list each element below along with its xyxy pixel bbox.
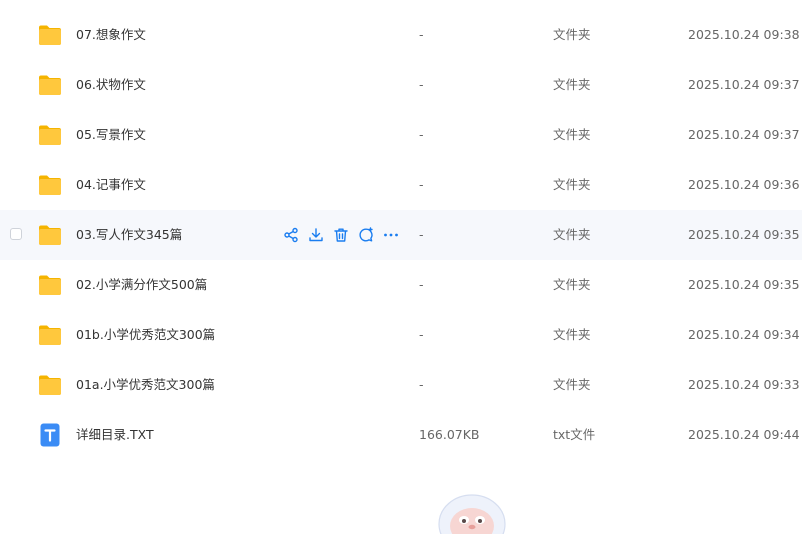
file-list: 07.想象作文 - 文件夹 2025.10.24 09:38 06.状物作文 -… xyxy=(0,10,802,460)
file-date: 2025.10.24 09:33 xyxy=(688,377,800,392)
file-date: 2025.10.24 09:36 xyxy=(688,177,800,192)
file-name[interactable]: 01a.小学优秀范文300篇 xyxy=(76,360,215,410)
file-size: - xyxy=(419,227,424,242)
folder-icon xyxy=(39,75,61,95)
file-size: 166.07KB xyxy=(419,427,480,442)
file-row-02[interactable]: 02.小学满分作文500篇 - 文件夹 2025.10.24 09:35 xyxy=(0,260,802,310)
file-type: 文件夹 xyxy=(553,27,591,42)
txt-file-icon xyxy=(40,423,60,447)
folder-icon xyxy=(39,225,61,245)
file-type: 文件夹 xyxy=(553,177,591,192)
folder-icon xyxy=(39,125,61,145)
file-type: txt文件 xyxy=(553,427,596,442)
file-date: 2025.10.24 09:44 xyxy=(688,427,800,442)
file-name[interactable]: 04.记事作文 xyxy=(76,160,146,210)
file-name[interactable]: 详细目录.TXT xyxy=(76,410,154,460)
file-size: - xyxy=(419,77,424,92)
file-type: 文件夹 xyxy=(553,327,591,342)
file-name[interactable]: 02.小学满分作文500篇 xyxy=(76,260,207,310)
file-name[interactable]: 07.想象作文 xyxy=(76,10,146,60)
file-date: 2025.10.24 09:37 xyxy=(688,77,800,92)
file-size: - xyxy=(419,177,424,192)
file-row-07[interactable]: 07.想象作文 - 文件夹 2025.10.24 09:38 xyxy=(0,10,802,60)
folder-icon xyxy=(39,375,61,395)
download-icon[interactable] xyxy=(307,226,325,244)
delete-icon[interactable] xyxy=(332,226,350,244)
file-row-03-hovered[interactable]: 03.写人作文345篇 - 文件夹 2025.10.24 09:35 xyxy=(0,210,802,260)
mascot-illustration xyxy=(438,494,506,534)
file-size: - xyxy=(419,27,424,42)
file-row-06[interactable]: 06.状物作文 - 文件夹 2025.10.24 09:37 xyxy=(0,60,802,110)
file-name[interactable]: 01b.小学优秀范文300篇 xyxy=(76,310,215,360)
file-row-05[interactable]: 05.写景作文 - 文件夹 2025.10.24 09:37 xyxy=(0,110,802,160)
file-name[interactable]: 06.状物作文 xyxy=(76,60,146,110)
file-row-01b[interactable]: 01b.小学优秀范文300篇 - 文件夹 2025.10.24 09:34 xyxy=(0,310,802,360)
file-row-txt[interactable]: 详细目录.TXT 166.07KB txt文件 2025.10.24 09:44 xyxy=(0,410,802,460)
file-date: 2025.10.24 09:37 xyxy=(688,127,800,142)
file-name[interactable]: 05.写景作文 xyxy=(76,110,146,160)
file-type: 文件夹 xyxy=(553,127,591,142)
file-type: 文件夹 xyxy=(553,377,591,392)
folder-icon xyxy=(39,175,61,195)
file-name[interactable]: 03.写人作文345篇 xyxy=(76,210,182,260)
file-row-04[interactable]: 04.记事作文 - 文件夹 2025.10.24 09:36 xyxy=(0,160,802,210)
comment-icon[interactable] xyxy=(357,226,375,244)
more-icon[interactable] xyxy=(382,226,400,244)
share-icon[interactable] xyxy=(282,226,300,244)
file-size: - xyxy=(419,277,424,292)
file-date: 2025.10.24 09:38 xyxy=(688,27,800,42)
file-size: - xyxy=(419,377,424,392)
file-date: 2025.10.24 09:35 xyxy=(688,277,800,292)
file-row-01a[interactable]: 01a.小学优秀范文300篇 - 文件夹 2025.10.24 09:33 xyxy=(0,360,802,410)
file-date: 2025.10.24 09:34 xyxy=(688,327,800,342)
file-type: 文件夹 xyxy=(553,277,591,292)
folder-icon xyxy=(39,275,61,295)
file-type: 文件夹 xyxy=(553,77,591,92)
file-date: 2025.10.24 09:35 xyxy=(688,227,800,242)
file-size: - xyxy=(419,127,424,142)
file-type: 文件夹 xyxy=(553,227,591,242)
folder-icon xyxy=(39,325,61,345)
folder-icon xyxy=(39,25,61,45)
row-actions xyxy=(282,226,400,244)
row-checkbox[interactable] xyxy=(10,228,22,240)
file-size: - xyxy=(419,327,424,342)
